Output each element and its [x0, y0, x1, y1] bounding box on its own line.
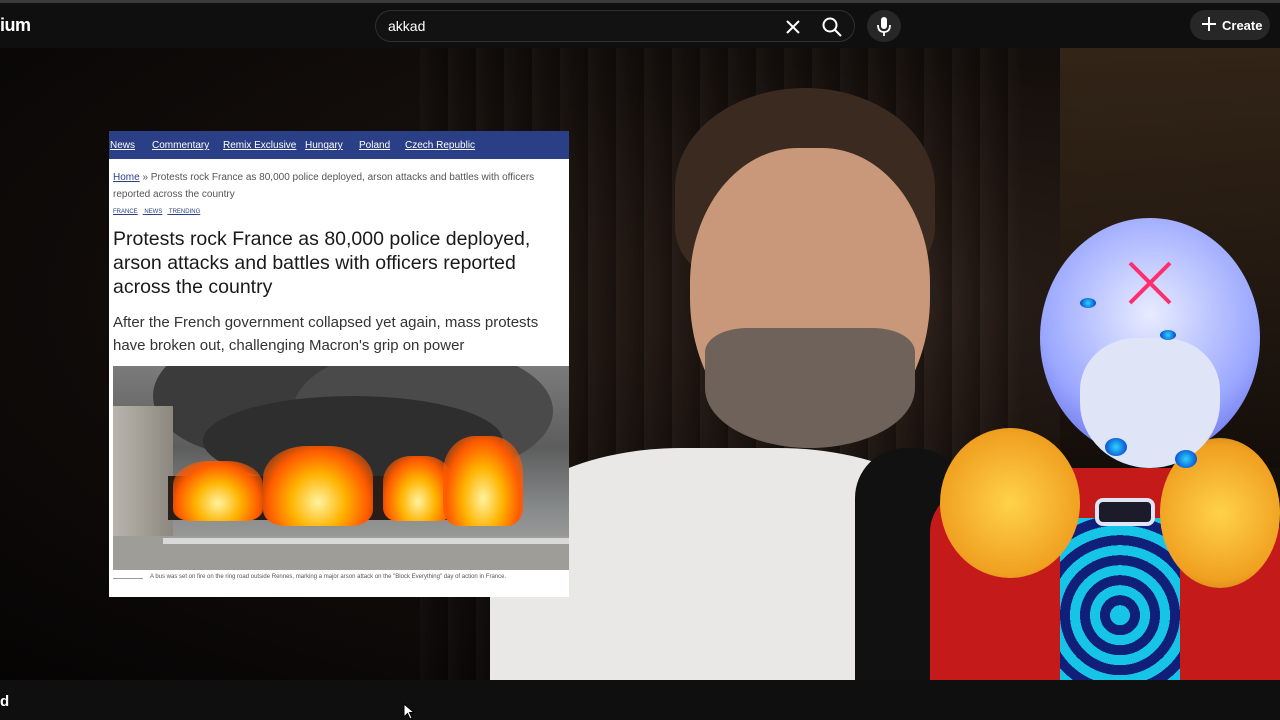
- nav-link-news: News: [110, 140, 136, 151]
- breadcrumb-current: » Protests rock France as 80,000 police …: [113, 172, 535, 200]
- create-label: Create: [1222, 18, 1263, 33]
- breadcrumb-home: Home: [113, 172, 140, 183]
- top-bar: ium Create: [0, 0, 1280, 48]
- video-title: d: [0, 693, 10, 710]
- mouse-cursor-icon: [403, 703, 415, 720]
- tag: FRANCE: [113, 209, 138, 215]
- microphone-icon: [877, 17, 891, 36]
- vtuber-avatar: [930, 218, 1280, 680]
- search-button[interactable]: [819, 15, 845, 39]
- video-player[interactable]: News Commentary Remix Exclusive Hungary …: [0, 48, 1280, 680]
- voice-search-button[interactable]: [867, 10, 901, 42]
- breadcrumb: Home » Protests rock France as 80,000 po…: [113, 169, 553, 203]
- create-button[interactable]: Create: [1190, 10, 1270, 40]
- article-subheadline: After the French government collapsed ye…: [113, 314, 539, 354]
- video-title-bar: d: [0, 680, 1280, 720]
- clear-icon: [786, 20, 800, 34]
- nav-link-commentary: Commentary: [152, 140, 210, 151]
- nav-link-hungary: Hungary: [305, 140, 343, 151]
- article-screenshot: News Commentary Remix Exclusive Hungary …: [109, 131, 569, 597]
- tag: TRENDING: [168, 209, 201, 215]
- clear-search-button[interactable]: [781, 15, 805, 39]
- search-icon: [822, 17, 842, 37]
- nav-link-czech-republic: Czech Republic: [405, 140, 476, 151]
- caption-rule: [113, 578, 143, 579]
- article-photo-burning-bus: [113, 366, 569, 570]
- search-box[interactable]: [375, 10, 855, 42]
- plus-icon: [1202, 17, 1216, 31]
- nav-link-poland: Poland: [359, 140, 391, 151]
- search-input[interactable]: [388, 11, 768, 41]
- article-tags: FRANCE NEWS TRENDING: [113, 209, 205, 215]
- channel-logo-text[interactable]: ium: [0, 15, 31, 36]
- article-nav-bar: News Commentary Remix Exclusive Hungary …: [109, 131, 569, 159]
- nav-link-remix-exclusive: Remix Exclusive: [223, 140, 297, 151]
- article-headline: Protests rock France as 80,000 police de…: [113, 228, 531, 298]
- presenter-beard: [705, 328, 915, 448]
- tag: NEWS: [144, 209, 163, 215]
- photo-caption: A bus was set on fire on the ring road o…: [150, 574, 507, 580]
